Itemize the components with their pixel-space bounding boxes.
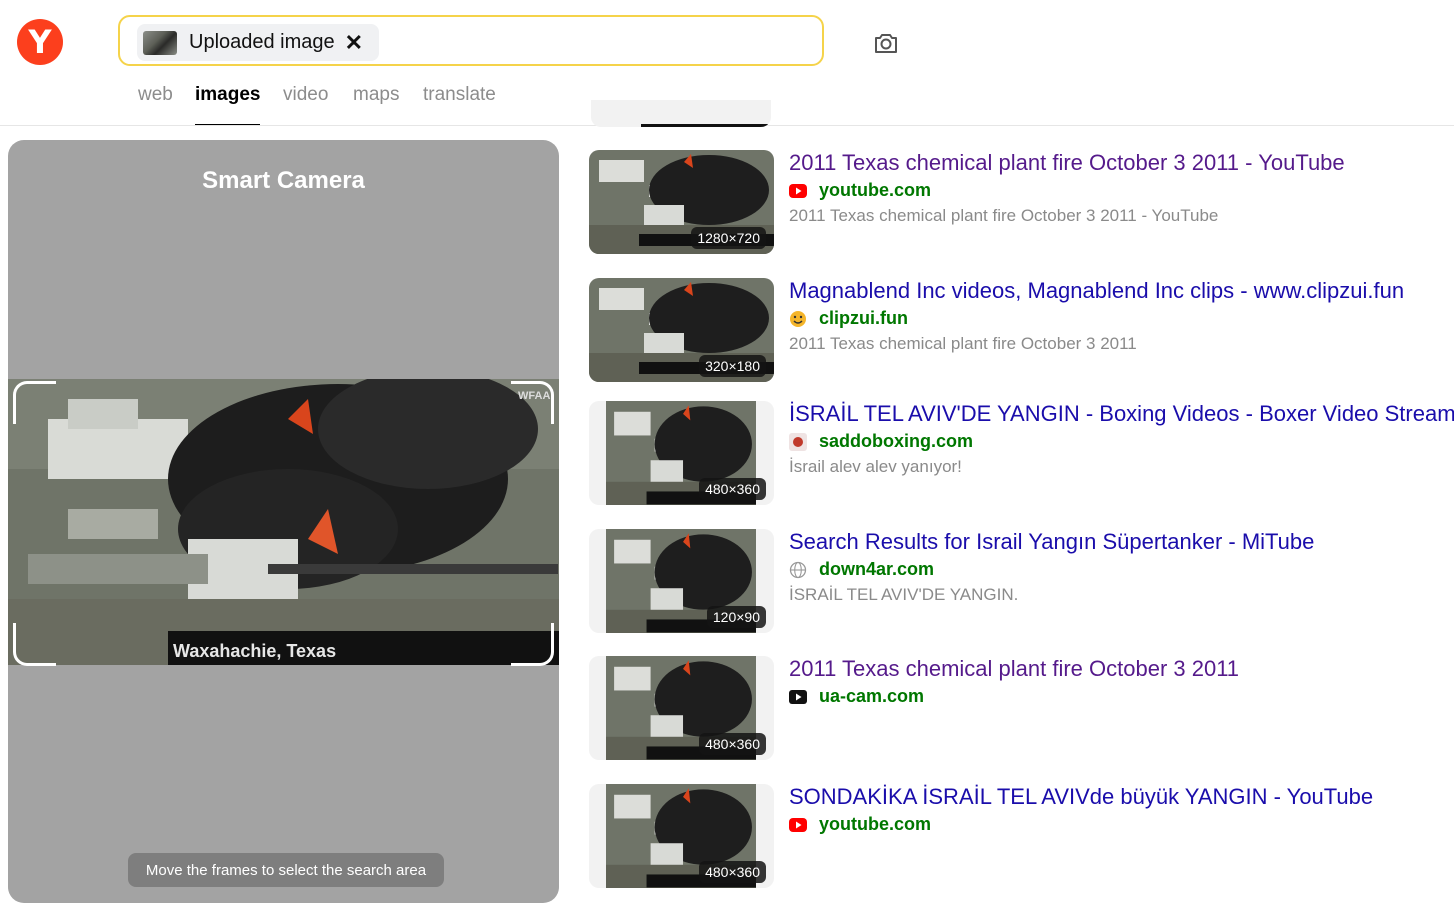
close-icon[interactable]: ✕ bbox=[345, 31, 363, 54]
youtube-icon bbox=[789, 182, 807, 200]
logo-letter: Y bbox=[28, 23, 52, 61]
image-dimensions: 480×360 bbox=[699, 861, 766, 883]
result-thumbnail[interactable]: 480×360 bbox=[589, 656, 774, 760]
result-item[interactable]: 480×360 İSRAİL TEL AVIV'DE YANGIN - Boxi… bbox=[589, 401, 1454, 505]
uploaded-image-thumbnail bbox=[143, 30, 177, 55]
tab-web[interactable]: web bbox=[138, 84, 173, 124]
image-dimensions: 120×90 bbox=[706, 606, 766, 628]
result-item[interactable]: 120×90 Search Results for Israil Yangın … bbox=[589, 529, 1454, 633]
image-dimensions: 320×180 bbox=[699, 355, 766, 377]
result-thumbnail[interactable]: 320×180 bbox=[589, 278, 774, 382]
result-thumbnail[interactable]: 480×360 bbox=[589, 401, 774, 505]
tab-images[interactable]: images bbox=[195, 84, 261, 126]
boxing-glove-icon bbox=[789, 432, 807, 451]
result-domain: clipzui.fun bbox=[819, 308, 908, 328]
result-site-link[interactable]: youtube.com bbox=[789, 814, 931, 835]
result-thumbnail[interactable]: 1280×720 bbox=[589, 150, 774, 254]
result-domain: ua-cam.com bbox=[819, 686, 925, 706]
result-thumbnail[interactable]: 120×90 bbox=[589, 529, 774, 633]
image-dimensions: 480×360 bbox=[699, 478, 766, 500]
previous-result-thumbnail[interactable] bbox=[591, 100, 771, 127]
result-description: İsrail alev alev yanıyor! bbox=[789, 457, 962, 476]
result-site-link[interactable]: youtube.com bbox=[789, 180, 931, 201]
result-site-link[interactable]: ua-cam.com bbox=[789, 686, 924, 707]
chip-label: Uploaded image bbox=[189, 31, 335, 53]
image-dimensions: 480×360 bbox=[699, 733, 766, 755]
tab-video[interactable]: video bbox=[283, 84, 328, 124]
image-dimensions: 1280×720 bbox=[691, 227, 766, 249]
result-description: İSRAİL TEL AVIV'DE YANGIN. bbox=[789, 585, 1019, 604]
uploaded-image-chip[interactable]: Uploaded image ✕ bbox=[137, 24, 379, 61]
result-item[interactable]: 1280×720 2011 Texas chemical plant fire … bbox=[589, 150, 1454, 254]
result-item[interactable]: 480×360 2011 Texas chemical plant fire O… bbox=[589, 656, 1454, 760]
crop-frame-top-left-handle[interactable] bbox=[13, 381, 56, 424]
image-preview[interactable]: Waxahachie, Texas WFAA bbox=[8, 379, 559, 665]
smiley-icon bbox=[789, 310, 807, 328]
result-title-link[interactable]: Search Results for Israil Yangın Süperta… bbox=[789, 529, 1314, 555]
result-item[interactable]: 320×180 Magnablend Inc videos, Magnablen… bbox=[589, 278, 1454, 382]
results-list: 1280×720 2011 Texas chemical plant fire … bbox=[589, 0, 1454, 909]
result-title-link[interactable]: İSRAİL TEL AVIV'DE YANGIN - Boxing Video… bbox=[789, 401, 1454, 427]
result-title-link[interactable]: 2011 Texas chemical plant fire October 3… bbox=[789, 150, 1345, 176]
crop-frame-bottom-left-handle[interactable] bbox=[13, 623, 56, 666]
crop-hint: Move the frames to select the search are… bbox=[128, 853, 444, 887]
tab-translate[interactable]: translate bbox=[423, 84, 496, 124]
result-site-link[interactable]: clipzui.fun bbox=[789, 308, 908, 329]
youtube-icon bbox=[789, 816, 807, 834]
result-description: 2011 Texas chemical plant fire October 3… bbox=[789, 206, 1219, 225]
tab-maps[interactable]: maps bbox=[353, 84, 399, 124]
yandex-logo[interactable]: Y bbox=[17, 19, 63, 65]
result-domain: down4ar.com bbox=[819, 559, 935, 579]
smart-camera-panel: Smart Camera Waxahachie, Texas WFAA Move… bbox=[8, 140, 559, 903]
result-description: 2011 Texas chemical plant fire October 3… bbox=[789, 334, 1137, 353]
result-site-link[interactable]: down4ar.com bbox=[789, 559, 934, 580]
result-domain: youtube.com bbox=[819, 180, 932, 200]
globe-icon bbox=[789, 561, 807, 579]
result-item[interactable]: 480×360 SONDAKİKA İSRAİL TEL AVIVde büyü… bbox=[589, 784, 1454, 888]
result-title-link[interactable]: SONDAKİKA İSRAİL TEL AVIVde büyük YANGIN… bbox=[789, 784, 1373, 810]
result-site-link[interactable]: saddoboxing.com bbox=[789, 431, 973, 452]
play-icon bbox=[789, 688, 807, 706]
preview-caption: Waxahachie, Texas bbox=[173, 641, 336, 661]
crop-frame-bottom-right-handle[interactable] bbox=[511, 623, 554, 666]
crop-frame-top-right-handle[interactable] bbox=[511, 381, 554, 424]
result-domain: saddoboxing.com bbox=[819, 431, 974, 451]
result-domain: youtube.com bbox=[819, 814, 932, 834]
result-title-link[interactable]: Magnablend Inc videos, Magnablend Inc cl… bbox=[789, 278, 1404, 304]
smart-camera-title: Smart Camera bbox=[202, 167, 365, 194]
result-title-link[interactable]: 2011 Texas chemical plant fire October 3… bbox=[789, 656, 1239, 682]
result-thumbnail[interactable]: 480×360 bbox=[589, 784, 774, 888]
